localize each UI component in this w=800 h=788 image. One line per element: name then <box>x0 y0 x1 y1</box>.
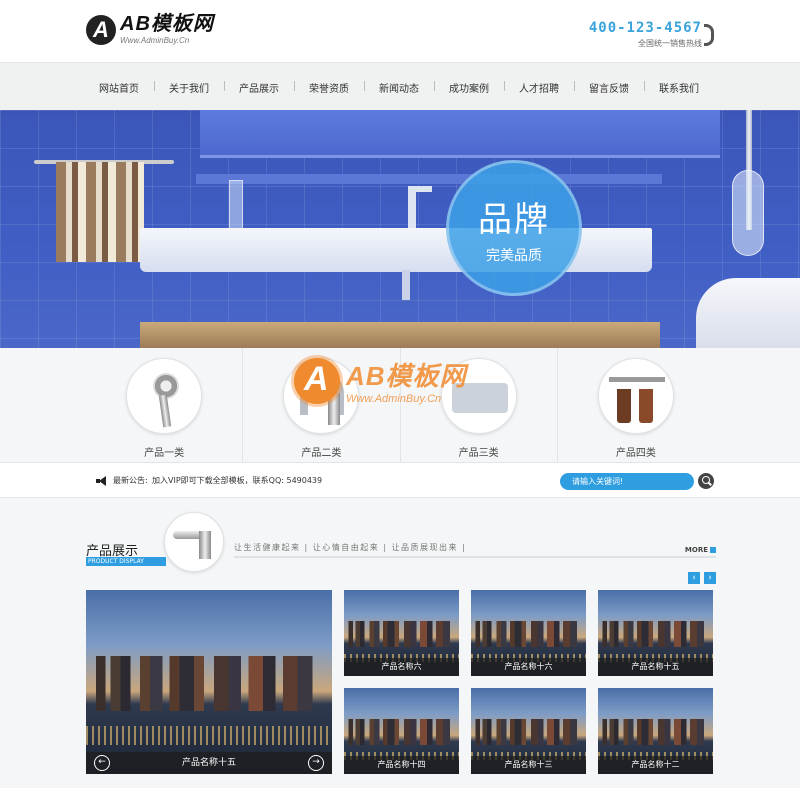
brand-title: 品牌 <box>478 199 550 240</box>
wood-counter <box>140 322 660 348</box>
speaker-icon <box>96 476 108 486</box>
notice-label: 最新公告: <box>113 476 148 485</box>
brand-subtitle: 完美品质 <box>486 247 542 264</box>
category-item-4[interactable]: 产品四类 <box>558 348 714 462</box>
logo-mark-icon <box>86 14 116 45</box>
hotline-number: 400-123-4567 <box>588 20 702 36</box>
section-slogan: 让生活健康起来 | 让心情自由起来 | 让品质展现出来 | <box>234 543 467 552</box>
nav-item-contact[interactable]: 联系我们 <box>644 80 714 95</box>
notice-bar: 最新公告: 加入VIP即可下载全部模板，联系QQ: 5490439 <box>0 462 800 498</box>
hotline-note: 全国统一销售热线 <box>638 39 702 48</box>
nav-item-jobs[interactable]: 人才招聘 <box>504 80 574 95</box>
nav-item-feedback[interactable]: 留言反馈 <box>574 80 644 95</box>
featured-product[interactable]: 产品名称十五 ← → <box>86 590 332 774</box>
product-card[interactable]: 产品名称十二 <box>598 688 713 774</box>
category-label: 产品四类 <box>615 448 656 459</box>
product-card[interactable]: 产品名称十六 <box>471 590 586 676</box>
featured-next-icon[interactable]: → <box>308 755 324 771</box>
logo-title: AB模板网 <box>120 13 214 35</box>
section-divider <box>234 556 716 558</box>
glass-shelf <box>196 174 662 184</box>
product-name: 产品名称六 <box>344 658 459 676</box>
site-header: AB模板网 Www.AdminBuy.Cn 400-123-4567 全国统一销… <box>0 0 800 62</box>
nav-item-news[interactable]: 新闻动态 <box>364 80 434 95</box>
product-card[interactable]: 产品名称十四 <box>344 688 459 774</box>
notice-text[interactable]: 加入VIP即可下载全部模板，联系QQ: 5490439 <box>152 475 322 486</box>
category-label: 产品三类 <box>458 448 499 459</box>
product-name: 产品名称十四 <box>344 756 459 774</box>
search-input[interactable] <box>560 473 694 490</box>
nav-item-cases[interactable]: 成功案例 <box>434 80 504 95</box>
mirror <box>200 110 720 158</box>
hero-banner[interactable]: 品牌 完美品质 <box>0 110 800 348</box>
hotline: 400-123-4567 全国统一销售热线 <box>589 20 702 49</box>
striped-towel <box>56 162 144 262</box>
brand-badge: 品牌 完美品质 <box>446 160 582 296</box>
prev-arrow-button[interactable]: ‹ <box>688 572 700 584</box>
products-section-header: 产品展示 PRODUCT DISPLAY 让生活健康起来 | 让心情自由起来 |… <box>86 512 716 572</box>
product-name: 产品名称十三 <box>471 756 586 774</box>
product-card[interactable]: 产品名称十五 <box>598 590 713 676</box>
more-link[interactable]: MORE <box>685 546 716 554</box>
featured-prev-icon[interactable]: ← <box>94 755 110 771</box>
category-label: 产品一类 <box>144 448 185 459</box>
category-item-2[interactable]: 产品二类 <box>243 348 401 462</box>
towel-hook-icon <box>597 358 674 434</box>
section-title-en: PRODUCT DISPLAY <box>86 557 166 566</box>
banner-faucet <box>408 186 416 230</box>
nav-item-about[interactable]: 关于我们 <box>154 80 224 95</box>
logo-subtitle: Www.AdminBuy.Cn <box>120 36 190 45</box>
site-logo[interactable]: AB模板网 Www.AdminBuy.Cn <box>86 14 214 45</box>
nav-item-honors[interactable]: 荣誉资质 <box>294 80 364 95</box>
next-arrow-button[interactable]: › <box>704 572 716 584</box>
product-name: 产品名称十六 <box>471 658 586 676</box>
product-name: 产品名称十二 <box>598 756 713 774</box>
bathtub <box>696 278 800 348</box>
category-label: 产品二类 <box>301 448 342 459</box>
category-row: 产品一类 产品二类 产品三类 产品四类 <box>86 348 714 462</box>
nav-item-home[interactable]: 网站首页 <box>84 80 154 95</box>
search-icon[interactable] <box>698 473 714 489</box>
faucet-icon <box>283 358 360 434</box>
drain-pipe <box>402 270 410 300</box>
product-card[interactable]: 产品名称六 <box>344 590 459 676</box>
shower-icon <box>126 358 203 434</box>
phone-icon <box>704 24 714 46</box>
sink-icon <box>440 358 517 434</box>
nav-item-products[interactable]: 产品展示 <box>224 80 294 95</box>
shower-fixture <box>728 110 768 260</box>
city-night-image <box>86 590 332 774</box>
faucet-icon <box>164 512 224 572</box>
main-nav: 网站首页 关于我们 产品展示 荣誉资质 新闻动态 成功案例 人才招聘 留言反馈 … <box>0 62 800 110</box>
featured-caption: 产品名称十五 <box>86 752 332 774</box>
product-name: 产品名称十五 <box>598 658 713 676</box>
product-card[interactable]: 产品名称十三 <box>471 688 586 774</box>
category-item-3[interactable]: 产品三类 <box>401 348 558 462</box>
featured-name: 产品名称十五 <box>181 758 236 768</box>
category-item-1[interactable]: 产品一类 <box>86 348 244 462</box>
